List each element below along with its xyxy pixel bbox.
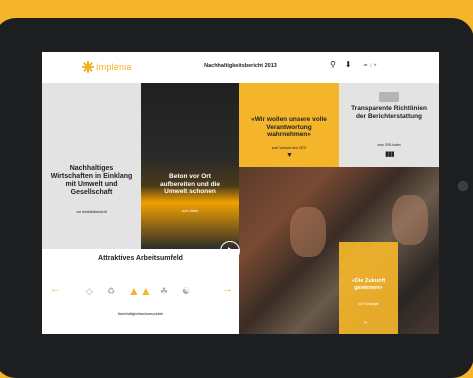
tablet-camera-icon (458, 181, 468, 191)
lang-separator: | (370, 62, 372, 67)
tile-ceo-quote-heading: «Wir wollen unsere volle Verantwortung w… (251, 116, 327, 138)
report-thumbnail-icon (379, 92, 399, 102)
photo-person-right (392, 195, 428, 245)
tile-sustainable[interactable]: Nachhaltiges Wirtschaften in Einklang mi… (42, 83, 141, 249)
app-header: Implenia Nachhaltigkeitsbericht 2013 ⚲ ⬇… (42, 52, 439, 83)
tile-workplace: Attraktives Arbeitsumfeld ← → ◇ ♻ ▲▲ ☘ ☯… (42, 249, 239, 334)
quote-mark-icon: ” (364, 320, 367, 330)
lang-fr-link[interactable]: fr (374, 63, 376, 67)
page-title: Nachhaltigkeitsbericht 2013 (204, 63, 277, 69)
tile-concrete-video[interactable]: Beton vor Ort aufbereiten und die Umwelt… (141, 83, 239, 249)
diamond-icon[interactable]: ◇ (86, 286, 93, 297)
books-icon: ▮▮▮ (385, 151, 395, 158)
lang-de-link[interactable]: de (364, 63, 368, 67)
tile-concrete-link[interactable]: zum Video (141, 209, 239, 213)
future-quote-box[interactable]: «Die Zukunft gewinnen» zur Strategie ” (339, 242, 398, 334)
tile-workplace-heading: Attraktives Arbeitsumfeld (98, 255, 183, 262)
tile-reporting-heading: Transparente Richtlinien der Berichterst… (351, 105, 427, 120)
tile-reporting[interactable]: Transparente Richtlinien der Berichterst… (339, 83, 439, 167)
header-actions: ⚲ ⬇ de | fr (330, 60, 377, 69)
background-band (0, 0, 473, 40)
app-screen: Implenia Nachhaltigkeitsbericht 2013 ⚲ ⬇… (42, 52, 439, 334)
tile-ceo-quote[interactable]: «Wir wollen unsere volle Verantwortung w… (239, 83, 339, 167)
tile-ceo-quote-link[interactable]: zum Vorwort des CEO (239, 146, 339, 150)
handshake-icon[interactable]: ☯ (182, 286, 190, 297)
carousel-next-arrow-icon[interactable]: → (222, 283, 233, 295)
photo-person-left (290, 207, 326, 257)
tile-sustainable-heading: Nachhaltiges Wirtschaften in Einklang mi… (50, 165, 133, 196)
microphone-icon: ▼ (286, 152, 293, 159)
carousel-prev-arrow-icon[interactable]: ← (50, 283, 61, 295)
hand-plant-icon[interactable]: ☘ (160, 286, 168, 297)
recycle-icon[interactable]: ♻ (107, 286, 115, 297)
search-icon[interactable]: ⚲ (330, 60, 336, 69)
tile-concrete-heading: Beton vor Ort aufbereiten und die Umwelt… (160, 173, 220, 195)
tile-sustainable-link[interactable]: zur Inhaltsübersicht (42, 210, 141, 214)
future-quote-heading: «Die Zukunft gewinnen» (351, 278, 386, 291)
download-icon[interactable]: ⬇ (345, 60, 352, 69)
tile-reporting-link[interactable]: zum GRI-Index (339, 143, 439, 147)
group-people-icon[interactable]: ▲▲ (128, 284, 152, 298)
tile-workplace-link[interactable]: Nachhaltigkeitsschwerpunkte (42, 312, 239, 316)
future-quote-link[interactable]: zur Strategie (339, 302, 398, 306)
